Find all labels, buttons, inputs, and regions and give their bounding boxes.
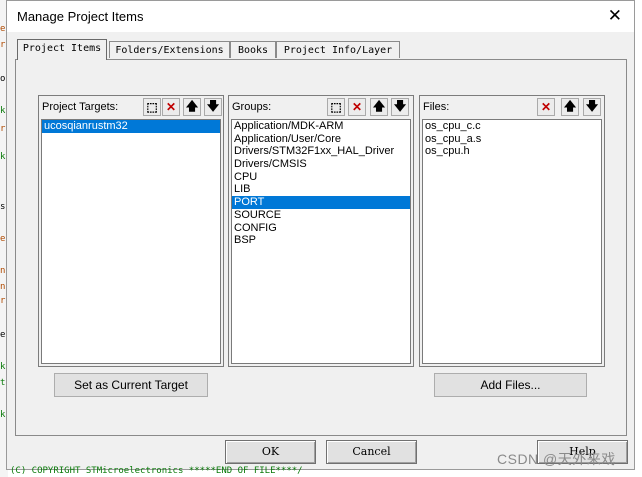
ok-button[interactable]: OK bbox=[225, 440, 316, 464]
delete-target-icon[interactable]: ✕ bbox=[162, 98, 180, 116]
groups-panel: Groups: ⬚ ✕ 🡅 🡇 Application/MDK-ARM Appl… bbox=[228, 95, 414, 367]
files-label: Files: bbox=[423, 101, 450, 113]
list-item[interactable]: CPU bbox=[232, 171, 410, 184]
move-down-icon[interactable]: 🡇 bbox=[204, 98, 222, 116]
list-item[interactable]: Application/User/Core bbox=[232, 133, 410, 146]
project-targets-header: Project Targets: ⬚ ✕ 🡅 🡇 bbox=[41, 98, 222, 117]
list-item[interactable]: Drivers/CMSIS bbox=[232, 158, 410, 171]
list-item[interactable]: LIB bbox=[232, 183, 410, 196]
files-list[interactable]: os_cpu_c.c os_cpu_a.s os_cpu.h bbox=[422, 119, 602, 364]
tab-project-items[interactable]: Project Items bbox=[17, 39, 107, 60]
editor-background-text: e bbox=[0, 234, 6, 244]
editor-bottom-line: (C) COPYRIGHT STMicroelectronics *****EN… bbox=[10, 466, 303, 476]
editor-background-text: t bbox=[0, 378, 6, 388]
editor-background-text: n bbox=[0, 282, 6, 292]
project-items-page: Project Targets: ⬚ ✕ 🡅 🡇 ucosqianrustm32… bbox=[15, 59, 627, 436]
groups-header: Groups: ⬚ ✕ 🡅 🡇 bbox=[231, 98, 411, 117]
tab-project-info-layer[interactable]: Project Info/Layer bbox=[276, 41, 400, 58]
list-item[interactable]: Application/MDK-ARM bbox=[232, 120, 410, 133]
new-target-icon[interactable]: ⬚ bbox=[143, 98, 161, 116]
delete-group-icon[interactable]: ✕ bbox=[348, 98, 366, 116]
editor-background-text: k bbox=[0, 410, 6, 420]
files-header: Files: ✕ 🡅 🡇 bbox=[422, 98, 602, 117]
list-item[interactable]: CONFIG bbox=[232, 222, 410, 235]
targets-list[interactable]: ucosqianrustm32 bbox=[41, 119, 221, 364]
close-icon[interactable]: ✕ bbox=[608, 6, 622, 26]
files-panel: Files: ✕ 🡅 🡇 os_cpu_c.c os_cpu_a.s os_cp… bbox=[419, 95, 605, 367]
new-group-icon[interactable]: ⬚ bbox=[327, 98, 345, 116]
watermark-text: CSDN @天外来戏 bbox=[497, 451, 616, 467]
dialog-title: Manage Project Items bbox=[17, 9, 144, 24]
editor-background-text: e bbox=[0, 330, 6, 340]
editor-background-text: r bbox=[0, 124, 6, 134]
add-files-button[interactable]: Add Files... bbox=[434, 373, 587, 397]
cancel-button[interactable]: Cancel bbox=[326, 440, 417, 464]
editor-background-text: r bbox=[0, 40, 6, 50]
manage-project-items-dialog: Manage Project Items ✕ Project Items Fol… bbox=[6, 0, 635, 470]
tab-books[interactable]: Books bbox=[230, 41, 276, 58]
move-down-icon[interactable]: 🡇 bbox=[583, 98, 601, 116]
editor-background-text: k bbox=[0, 152, 6, 162]
move-up-icon[interactable]: 🡅 bbox=[183, 98, 201, 116]
list-item[interactable]: os_cpu_c.c bbox=[423, 120, 601, 133]
list-item[interactable]: BSP bbox=[232, 234, 410, 247]
move-down-icon[interactable]: 🡇 bbox=[391, 98, 409, 116]
list-item[interactable]: PORT bbox=[232, 196, 410, 209]
editor-background-text: k bbox=[0, 362, 6, 372]
list-item[interactable]: ucosqianrustm32 bbox=[42, 120, 220, 133]
set-as-current-target-button[interactable]: Set as Current Target bbox=[54, 373, 208, 397]
groups-label: Groups: bbox=[232, 101, 272, 113]
editor-background-text: k bbox=[0, 106, 6, 116]
editor-background-text: n bbox=[0, 266, 6, 276]
title-bar: Manage Project Items ✕ bbox=[7, 1, 634, 32]
list-item[interactable]: os_cpu_a.s bbox=[423, 133, 601, 146]
move-up-icon[interactable]: 🡅 bbox=[561, 98, 579, 116]
list-item[interactable]: Drivers/STM32F1xx_HAL_Driver bbox=[232, 145, 410, 158]
project-targets-label: Project Targets: bbox=[42, 101, 119, 113]
list-item[interactable]: SOURCE bbox=[232, 209, 410, 222]
project-targets-panel: Project Targets: ⬚ ✕ 🡅 🡇 ucosqianrustm32 bbox=[38, 95, 224, 367]
list-item[interactable]: os_cpu.h bbox=[423, 145, 601, 158]
editor-background-text: r bbox=[0, 296, 6, 306]
groups-list[interactable]: Application/MDK-ARM Application/User/Cor… bbox=[231, 119, 411, 364]
move-up-icon[interactable]: 🡅 bbox=[370, 98, 388, 116]
delete-file-icon[interactable]: ✕ bbox=[537, 98, 555, 116]
editor-background-text: e bbox=[0, 24, 6, 34]
tab-folders-extensions[interactable]: Folders/Extensions bbox=[109, 41, 230, 58]
editor-background-text: s bbox=[0, 202, 6, 212]
editor-background-text: o bbox=[0, 74, 6, 84]
